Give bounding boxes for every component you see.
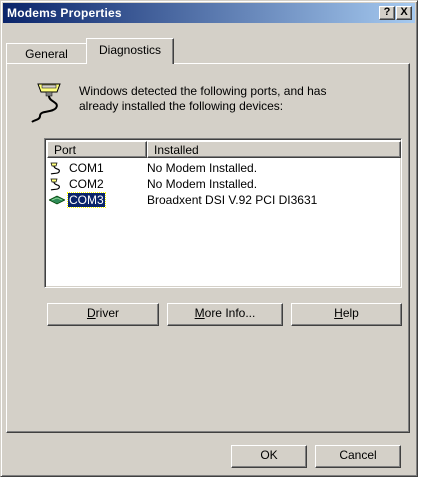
installed-label: Broadxent DSI V.92 PCI DI3631 [147, 193, 318, 207]
more-info-mnemonic: M [194, 306, 205, 320]
column-header-port[interactable]: Port [47, 141, 147, 158]
window-title: Modems Properties [7, 6, 122, 20]
tab-general[interactable]: General [6, 43, 87, 63]
help-title-button[interactable]: ? [379, 6, 395, 20]
info-text: Windows detected the following ports, an… [79, 84, 379, 114]
more-info-label: ore Info... [204, 306, 256, 320]
column-header-installed[interactable]: Installed [147, 141, 401, 158]
list-item-selected[interactable]: COM3 Broadxent DSI V.92 PCI DI3631 [47, 192, 399, 208]
serial-port-icon [50, 178, 60, 191]
info-line-2: already installed the following devices: [79, 99, 284, 113]
driver-button[interactable]: Driver [47, 303, 159, 326]
help-label: elp [342, 306, 359, 320]
installed-label: No Modem Installed. [147, 161, 258, 175]
serial-port-icon [50, 162, 60, 175]
cancel-button[interactable]: Cancel [315, 445, 401, 468]
help-button[interactable]: Help [291, 303, 402, 326]
title-bar[interactable]: Modems Properties ? X [3, 3, 415, 23]
ok-button[interactable]: OK [231, 445, 307, 468]
list-item[interactable]: COM1 No Modem Installed. [47, 160, 399, 176]
driver-label: river [95, 306, 119, 320]
list-header: Port Installed [47, 141, 401, 158]
tab-diagnostics[interactable]: Diagnostics [86, 38, 174, 64]
ports-list[interactable]: Port Installed COM1 No Modem Installed. … [44, 138, 402, 288]
help-mnemonic: H [334, 306, 343, 320]
installed-label: No Modem Installed. [147, 177, 258, 191]
serial-cable-icon [31, 83, 61, 123]
driver-mnemonic: D [86, 306, 96, 320]
close-button[interactable]: X [396, 6, 412, 20]
list-item[interactable]: COM2 No Modem Installed. [47, 176, 399, 192]
port-label: COM2 [69, 177, 104, 191]
port-label: COM1 [69, 161, 104, 175]
more-info-button[interactable]: More Info... [167, 303, 283, 326]
port-label: COM3 [67, 192, 106, 208]
modem-icon [49, 195, 65, 205]
info-line-1: Windows detected the following ports, an… [79, 84, 327, 98]
